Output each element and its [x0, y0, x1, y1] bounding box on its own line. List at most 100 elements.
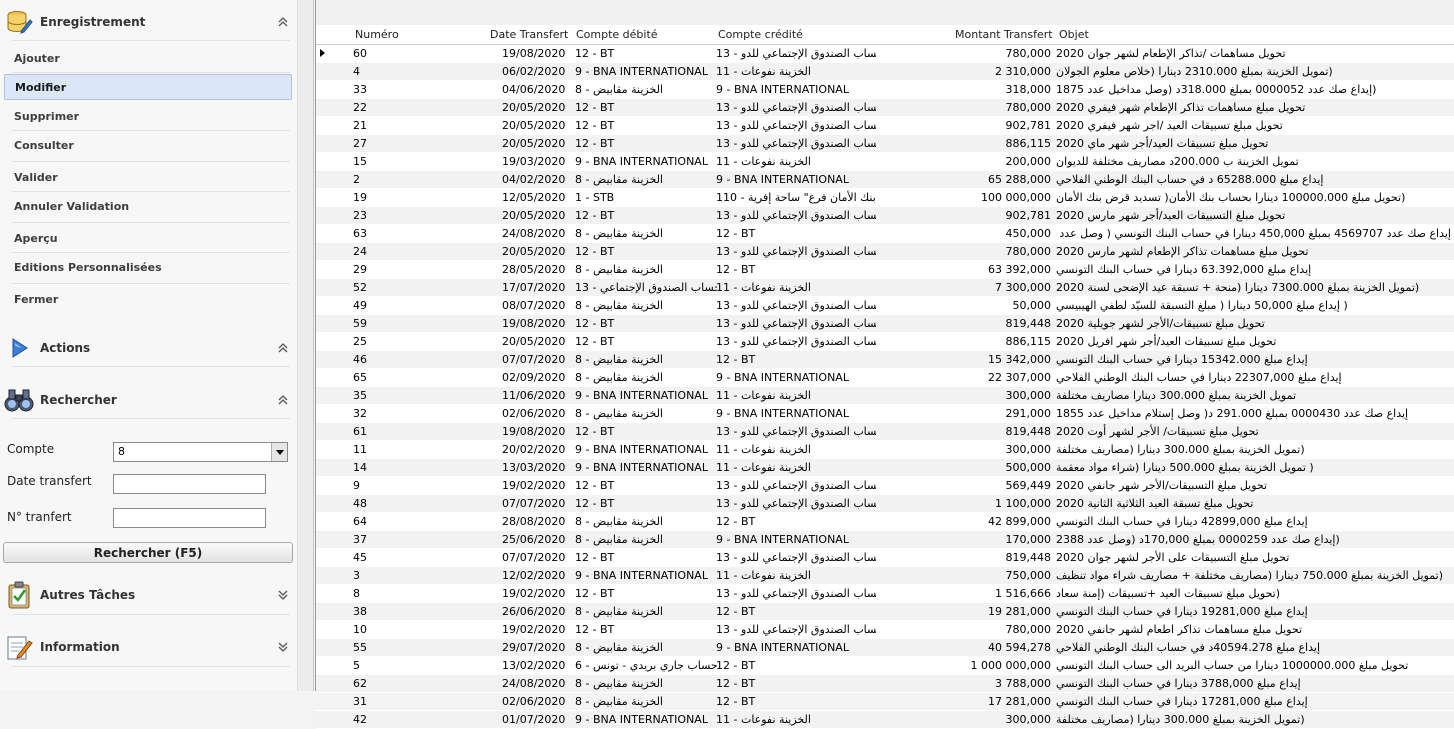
cell-debite: 8 - الخزينة مقابيض — [575, 353, 663, 366]
transfers-grid: Numéro Date Transfert Compte débité Comp… — [315, 0, 1454, 729]
table-row[interactable]: 49 08/07/2020 8 - الخزينة مقابيض 13 - حساب … — [316, 297, 1454, 315]
table-row[interactable]: 25 20/05/2020 12 - BT 13 - حساب الصندوق الإ… — [316, 333, 1454, 351]
menu-apercu[interactable]: Aperçu — [4, 226, 292, 252]
cell-date: 04/02/2020 — [502, 173, 566, 186]
menu-consulter[interactable]: Consulter — [4, 133, 292, 159]
table-row[interactable]: 22 20/05/2020 12 - BT 13 - حساب الصندوق الإ… — [316, 99, 1454, 117]
header-date-transfert[interactable]: Date Transfert — [490, 28, 568, 41]
sidebar-scrollbar[interactable] — [297, 0, 314, 691]
date-transfert-input[interactable] — [113, 474, 266, 494]
cell-numero: 38 — [353, 605, 367, 618]
cell-objet: تحويل مبلغ التسبيقات/الأجر شهر جانفي 202… — [1056, 479, 1268, 492]
cell-montant: 7 300,000 — [995, 281, 1051, 294]
table-row[interactable]: 24 20/05/2020 12 - BT 13 - حساب الصندوق الإ… — [316, 243, 1454, 261]
cell-debite: 8 - الخزينة مقابيض — [575, 605, 663, 618]
table-row[interactable]: 59 19/08/2020 12 - BT 13 - حساب الصندوق الإ… — [316, 315, 1454, 333]
section-information-header[interactable]: Information — [4, 630, 290, 664]
menu-annuler-validation[interactable]: Annuler Validation — [4, 194, 292, 220]
table-row[interactable]: 11 20/02/2020 9 - BNA INTERNATIONAL 11 - ال… — [316, 441, 1454, 459]
divider — [12, 40, 290, 41]
cell-date: 20/05/2020 — [502, 245, 566, 258]
expand-chevron-icon[interactable] — [276, 640, 290, 654]
header-montant-transfert[interactable]: Montant Transfert — [955, 28, 1053, 41]
cell-montant: 40 594,278 — [988, 641, 1051, 654]
table-row[interactable]: 55 29/07/2020 8 - الخزينة مقابيض 9 - BNA IN… — [316, 639, 1454, 657]
header-numero[interactable]: Numéro — [355, 28, 399, 41]
cell-objet: تحويل مبلغ 1000000.000 دينارا من حساب ال… — [1056, 659, 1409, 672]
cell-debite: 12 - BT — [575, 425, 615, 438]
cell-objet: تحويل مبلغ تسبيقات العيد/أجر شهر ماي 202… — [1056, 137, 1269, 150]
table-row[interactable]: 2 04/02/2020 8 - الخزينة مقابيض 9 - BNA INT… — [316, 171, 1454, 189]
section-rechercher-header[interactable]: Rechercher — [4, 384, 290, 416]
table-row[interactable]: 9 19/02/2020 12 - BT 13 - حساب الصندوق الإج… — [316, 477, 1454, 495]
cell-credite: 13 - حساب الصندوق الإجتماعي للدو — [716, 425, 876, 438]
cell-date: 07/07/2020 — [502, 497, 566, 510]
table-row[interactable]: 46 07/07/2020 8 - الخزينة مقابيض 12 - BT 15 … — [316, 351, 1454, 369]
cell-debite: 12 - BT — [575, 47, 615, 60]
table-row[interactable]: 14 13/03/2020 9 - BNA INTERNATIONAL 11 - ال… — [316, 459, 1454, 477]
header-objet[interactable]: Objet — [1059, 28, 1089, 41]
table-row[interactable]: 42 01/07/2020 9 - BNA INTERNATIONAL 11 - ال… — [316, 711, 1454, 729]
table-row[interactable]: 4 06/02/2020 9 - BNA INTERNATIONAL 11 - الخ… — [316, 63, 1454, 81]
section-autres-taches-header[interactable]: Autres Tâches — [4, 578, 290, 612]
table-row[interactable]: 23 20/05/2020 12 - BT 13 - حساب الصندوق الإ… — [316, 207, 1454, 225]
rechercher-button[interactable]: Rechercher (F5) — [3, 542, 293, 563]
cell-montant: 63 392,000 — [988, 263, 1051, 276]
table-row[interactable]: 35 11/06/2020 9 - BNA INTERNATIONAL 11 - ال… — [316, 387, 1454, 405]
cell-numero: 14 — [353, 461, 367, 474]
table-row[interactable]: 65 02/09/2020 8 - الخزينة مقابيض 9 - BNA IN… — [316, 369, 1454, 387]
table-row[interactable]: 3 12/02/2020 9 - BNA INTERNATIONAL 11 - الخ… — [316, 567, 1454, 585]
menu-ajouter[interactable]: Ajouter — [4, 46, 292, 72]
table-row[interactable]: 52 17/07/2020 13 - حساب الصندوق الإجتماعي 1… — [316, 279, 1454, 297]
table-row[interactable]: 63 24/08/2020 8 - الخزينة مقابيض 12 - BT 450… — [316, 225, 1454, 243]
menu-editions-personnalisees[interactable]: Editions Personnalisées — [4, 255, 292, 281]
table-row[interactable]: 10 19/02/2020 12 - BT 13 - حساب الصندوق الإ… — [316, 621, 1454, 639]
section-enregistrement-header[interactable]: Enregistrement — [4, 6, 290, 38]
header-compte-debite[interactable]: Compte débité — [576, 28, 658, 41]
table-row[interactable]: 29 28/05/2020 8 - الخزينة مقابيض 12 - BT 63 … — [316, 261, 1454, 279]
table-row[interactable]: 21 20/05/2020 12 - BT 13 - حساب الصندوق الإ… — [316, 117, 1454, 135]
compte-select[interactable]: 8 — [113, 442, 288, 462]
menu-fermer[interactable]: Fermer — [4, 287, 292, 313]
cell-debite: 12 - BT — [575, 587, 615, 600]
cell-numero: 27 — [353, 137, 367, 150]
table-row[interactable]: 48 07/07/2020 12 - BT 13 - حساب الصندوق الإ… — [316, 495, 1454, 513]
collapse-chevron-icon[interactable] — [276, 393, 290, 407]
menu-supprimer[interactable]: Supprimer — [4, 104, 292, 130]
table-row[interactable]: 5 13/02/2020 6 - حساب جاري بريدي - تونس 12 … — [316, 657, 1454, 675]
table-row[interactable]: 27 20/05/2020 12 - BT 13 - حساب الصندوق الإ… — [316, 135, 1454, 153]
cell-numero: 45 — [353, 551, 367, 564]
menu-modifier[interactable]: Modifier — [4, 74, 292, 100]
header-compte-credite[interactable]: Compte crédité — [718, 28, 803, 41]
table-row[interactable]: 32 02/06/2020 8 - الخزينة مقابيض 9 - BNA IN… — [316, 405, 1454, 423]
note-pencil-icon — [4, 632, 34, 662]
table-row[interactable]: 62 24/08/2020 8 - الخزينة مقابيض 12 - BT 3 7… — [316, 675, 1454, 693]
cell-montant: 19 281,000 — [988, 605, 1051, 618]
table-row[interactable]: 37 25/06/2020 8 - الخزينة مقابيض 9 - BNA IN… — [316, 531, 1454, 549]
section-actions-header[interactable]: Actions — [4, 332, 290, 364]
collapse-chevron-icon[interactable] — [276, 15, 290, 29]
cell-montant: 300,000 — [1005, 389, 1052, 402]
table-row[interactable]: 33 04/06/2020 8 - الخزينة مقابيض 9 - BNA IN… — [316, 81, 1454, 99]
table-row[interactable]: 8 19/02/2020 12 - BT 13 - حساب الصندوق الإج… — [316, 585, 1454, 603]
table-row[interactable]: 15 19/03/2020 9 - BNA INTERNATIONAL 11 - ال… — [316, 153, 1454, 171]
table-row[interactable]: 61 19/08/2020 12 - BT 13 - حساب الصندوق الإ… — [316, 423, 1454, 441]
table-row[interactable]: 19 12/05/2020 1 - STB 110 - بنك الأمان فرع"… — [316, 189, 1454, 207]
table-row[interactable]: 45 07/07/2020 12 - BT 13 - حساب الصندوق الإ… — [316, 549, 1454, 567]
divider — [12, 614, 290, 615]
cell-objet: إيداع مبلغ 3788,000 دينارا في حساب البنك… — [1056, 677, 1301, 690]
cell-numero: 19 — [353, 191, 367, 204]
menu-valider[interactable]: Valider — [4, 165, 292, 191]
cell-credite: 13 - حساب الصندوق الإجتماعي للدو — [716, 299, 876, 312]
table-row[interactable]: 38 26/06/2020 8 - الخزينة مقابيض 12 - BT 19 … — [316, 603, 1454, 621]
numero-transfert-input[interactable] — [113, 508, 266, 528]
cell-debite: 8 - الخزينة مقابيض — [575, 695, 663, 708]
dropdown-arrow-icon[interactable] — [271, 443, 287, 461]
expand-chevron-icon[interactable] — [276, 588, 290, 602]
cell-debite: 8 - الخزينة مقابيض — [575, 515, 663, 528]
table-row[interactable]: 31 02/06/2020 8 - الخزينة مقابيض 12 - BT 17 … — [316, 693, 1454, 711]
cell-numero: 31 — [353, 695, 367, 708]
table-row[interactable]: 60 19/08/2020 12 - BT 13 - حساب الصندوق الإ… — [316, 45, 1454, 63]
table-row[interactable]: 64 28/08/2020 8 - الخزينة مقابيض 12 - BT 42 … — [316, 513, 1454, 531]
collapse-chevron-icon[interactable] — [276, 341, 290, 355]
